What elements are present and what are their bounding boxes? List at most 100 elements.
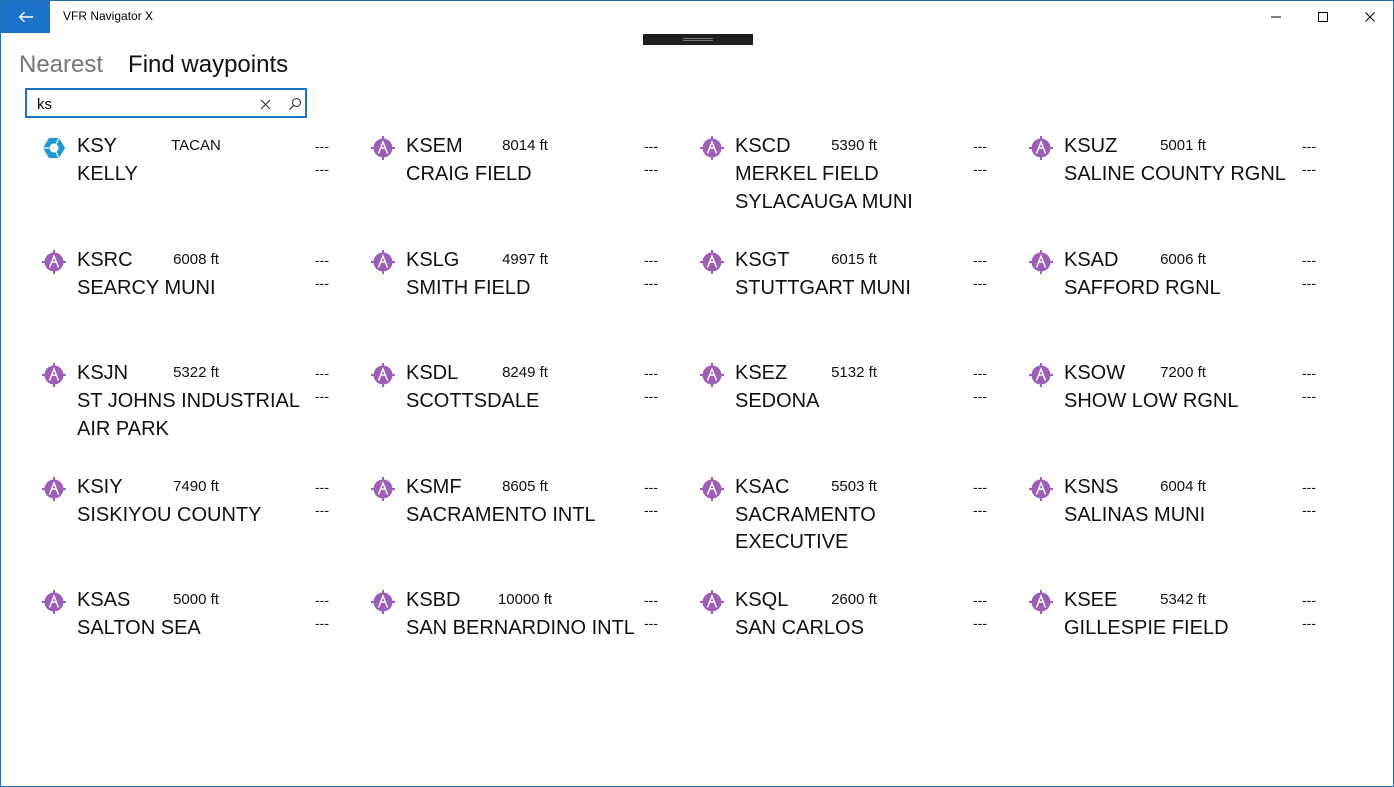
waypoint-code: KSGT — [735, 248, 790, 271]
tab-bar: Nearest Find waypoints — [19, 49, 288, 81]
waypoint-result-item[interactable]: KSEE 5342 ft --- --- GILLESPIE FIELD — [1028, 585, 1328, 695]
grip-icon — [683, 38, 713, 39]
airport-icon — [1028, 476, 1054, 502]
waypoint-result-item[interactable]: KSAS 5000 ft --- --- SALTON SEA — [41, 585, 341, 695]
waypoint-result-item[interactable]: KSCD 5390 ft --- --- MERKEL FIELD SYLACAUGA … — [699, 131, 999, 241]
waypoint-result-item[interactable]: KSAC 5503 ft --- --- SACRAMENTO EXECUTIVE — [699, 472, 999, 582]
waypoint-code: KSY — [77, 135, 118, 157]
waypoint-code: KSAS — [77, 589, 131, 611]
waypoint-result-item[interactable]: KSLG 4997 ft --- --- SMITH FIELD — [370, 245, 670, 355]
waypoint-code: KSLG — [406, 248, 460, 271]
waypoint-distance: --- — [315, 478, 329, 495]
waypoint-info: 4997 ft — [502, 250, 548, 268]
waypoint-info: 8014 ft — [502, 137, 548, 154]
waypoint-result-item[interactable]: KSBD 10000 ft --- --- SAN BERNARDINO INTL — [370, 585, 670, 695]
waypoint-name: SALTON SEA — [77, 617, 201, 639]
waypoint-info: 6004 ft — [1160, 477, 1206, 495]
waypoint-info: 5001 ft — [1160, 137, 1206, 154]
waypoint-code: KSRC — [77, 248, 133, 271]
waypoint-code: KSNS — [1064, 475, 1119, 498]
waypoint-name: SAN BERNARDINO INTL — [406, 617, 635, 639]
waypoint-info: 5000 ft — [173, 591, 219, 608]
airport-icon — [41, 249, 67, 275]
airport-icon — [699, 476, 725, 502]
airport-icon — [699, 249, 725, 275]
waypoint-distance: --- — [644, 365, 658, 381]
airport-icon — [699, 135, 725, 161]
tacan-icon — [41, 135, 67, 161]
waypoint-name: STUTTGART MUNI — [735, 276, 911, 299]
search-button[interactable] — [285, 94, 305, 114]
waypoint-result-item[interactable]: KSQL 2600 ft --- --- SAN CARLOS — [699, 585, 999, 695]
airport-icon — [699, 589, 725, 615]
waypoint-result-item[interactable]: KSDL 8249 ft --- --- SCOTTSDALE — [370, 358, 670, 468]
airport-icon — [370, 362, 396, 388]
waypoint-name: KELLY — [77, 163, 138, 185]
waypoint-result-item[interactable]: KSEZ 5132 ft --- --- SEDONA — [699, 358, 999, 468]
waypoint-code: KSQL — [735, 589, 789, 611]
airport-icon — [370, 589, 396, 615]
waypoint-name: SCOTTSDALE — [406, 390, 540, 412]
waypoint-name: SISKIYOU COUNTY — [77, 503, 262, 526]
waypoint-distance: --- — [315, 138, 329, 154]
waypoint-info: 7490 ft — [173, 477, 219, 495]
clear-search-button[interactable] — [255, 94, 275, 114]
waypoint-info: 5322 ft — [173, 364, 219, 381]
waypoint-distance: --- — [1302, 138, 1316, 154]
waypoint-name: MERKEL FIELD SYLACAUGA MUNI — [735, 163, 913, 213]
search-box — [25, 88, 307, 118]
waypoint-distance: --- — [315, 251, 329, 268]
waypoint-result-item[interactable]: KSEM 8014 ft --- --- CRAIG FIELD — [370, 131, 670, 241]
waypoint-name: SMITH FIELD — [406, 276, 531, 299]
waypoint-result-item[interactable]: KSRC 6008 ft --- --- SEARCY MUNI — [41, 245, 341, 355]
waypoint-result-item[interactable]: KSY TACAN --- --- KELLY — [41, 131, 341, 241]
waypoint-info: 10000 ft — [497, 591, 553, 608]
airport-icon — [1028, 135, 1054, 161]
minimize-button[interactable] — [1253, 1, 1299, 33]
close-button[interactable] — [1347, 1, 1393, 33]
pane-drag-handle[interactable] — [643, 34, 753, 45]
waypoint-name: SAFFORD RGNL — [1064, 276, 1221, 299]
waypoint-code: KSEZ — [735, 362, 788, 384]
waypoint-name: SEARCY MUNI — [77, 276, 216, 299]
waypoint-distance: --- — [644, 478, 658, 495]
waypoint-info: TACAN — [171, 137, 221, 154]
waypoint-result-item[interactable]: KSUZ 5001 ft --- --- SALINE COUNTY RGNL — [1028, 131, 1328, 241]
waypoint-distance: --- — [973, 138, 987, 154]
back-button[interactable] — [1, 1, 50, 33]
waypoint-result-item[interactable]: KSJN 5322 ft --- --- ST JOHNS INDUSTRIAL AIR… — [41, 358, 341, 468]
airport-icon — [41, 476, 67, 502]
waypoint-code: KSDL — [406, 362, 459, 384]
waypoint-info: 6008 ft — [173, 250, 219, 268]
waypoint-info: 8249 ft — [502, 364, 548, 381]
tab-nearest[interactable]: Nearest — [19, 49, 103, 81]
airport-icon — [41, 362, 67, 388]
waypoint-code: KSOW — [1064, 362, 1126, 384]
waypoint-code: KSJN — [77, 362, 129, 384]
waypoint-code: KSAD — [1064, 248, 1119, 271]
tab-find-waypoints[interactable]: Find waypoints — [128, 49, 288, 81]
waypoint-code: KSIY — [77, 475, 123, 498]
waypoint-name: SHOW LOW RGNL — [1064, 390, 1239, 412]
waypoint-result-item[interactable]: KSNS 6004 ft --- --- SALINAS MUNI — [1028, 472, 1328, 582]
waypoint-distance: --- — [1302, 251, 1316, 268]
waypoint-info: 5342 ft — [1160, 591, 1206, 608]
waypoint-result-item[interactable]: KSAD 6006 ft --- --- SAFFORD RGNL — [1028, 245, 1328, 355]
waypoint-code: KSEM — [406, 135, 463, 157]
waypoint-result-item[interactable]: KSIY 7490 ft --- --- SISKIYOU COUNTY — [41, 472, 341, 582]
waypoint-result-item[interactable]: KSGT 6015 ft --- --- STUTTGART MUNI — [699, 245, 999, 355]
waypoint-distance: --- — [973, 365, 987, 381]
airport-icon — [370, 135, 396, 161]
waypoint-name: SALINAS MUNI — [1064, 503, 1206, 526]
waypoint-info: 5132 ft — [831, 364, 877, 381]
airport-icon — [1028, 362, 1054, 388]
waypoint-distance: --- — [1302, 365, 1316, 381]
search-input[interactable] — [37, 94, 247, 114]
title-bar: VFR Navigator X — [1, 1, 1393, 33]
waypoint-distance: --- — [644, 251, 658, 268]
waypoint-result-item[interactable]: KSOW 7200 ft --- --- SHOW LOW RGNL — [1028, 358, 1328, 468]
waypoint-distance: --- — [1302, 592, 1316, 608]
waypoint-name: SEDONA — [735, 390, 820, 412]
waypoint-result-item[interactable]: KSMF 8605 ft --- --- SACRAMENTO INTL — [370, 472, 670, 582]
maximize-button[interactable] — [1300, 1, 1346, 33]
